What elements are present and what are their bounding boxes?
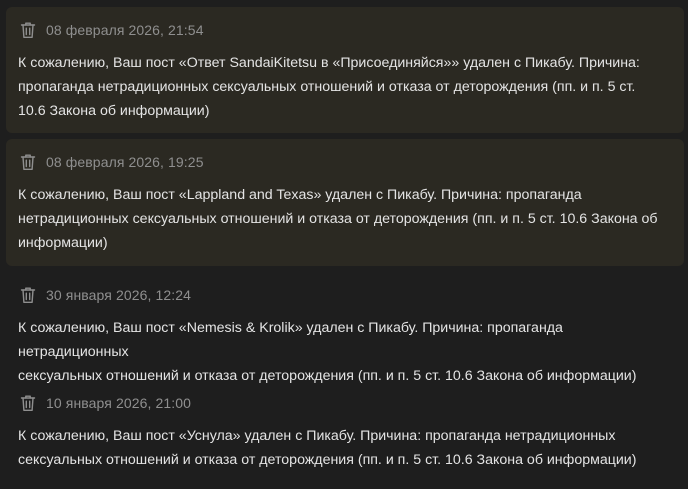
message-line: пропаганда нетрадиционных сексуальных от… [18, 79, 636, 95]
trash-icon[interactable] [20, 286, 36, 304]
notification-date: 08 февраля 2026, 21:54 [46, 22, 204, 38]
message-line: К сожалению, Ваш пост «Уснула» удален с … [18, 428, 616, 444]
notification-header: 08 февраля 2026, 21:54 [18, 19, 672, 41]
message-line: К сожалению, Ваш пост «Lappland and Texa… [18, 187, 582, 203]
notification-item[interactable]: 08 февраля 2026, 21:54 К сожалению, Ваш … [6, 7, 684, 133]
notification-date: 30 января 2026, 12:24 [46, 287, 191, 303]
notification-message: К сожалению, Ваш пост «Lappland and Texa… [18, 183, 672, 255]
notification-message: К сожалению, Ваш пост «Nemesis & Krolik»… [18, 316, 672, 388]
notification-header: 10 января 2026, 21:00 [18, 392, 672, 414]
trash-icon[interactable] [20, 394, 36, 412]
message-line: К сожалению, Ваш пост «Ответ SandaiKitet… [18, 55, 640, 71]
notification-item[interactable]: 10 января 2026, 21:00 К сожалению, Ваш п… [6, 380, 684, 480]
message-line: нетрадиционных сексуальных отношений и о… [18, 211, 658, 227]
notification-item[interactable]: 08 февраля 2026, 19:25 К сожалению, Ваш … [6, 139, 684, 266]
trash-icon[interactable] [20, 153, 36, 171]
notification-item[interactable]: 30 января 2026, 12:24 К сожалению, Ваш п… [6, 272, 684, 384]
notification-header: 30 января 2026, 12:24 [18, 284, 672, 306]
notification-date: 10 января 2026, 21:00 [46, 395, 191, 411]
notification-date: 08 февраля 2026, 19:25 [46, 154, 204, 170]
message-line: К сожалению, Ваш пост «Nemesis & Krolik»… [18, 320, 563, 360]
notification-header: 08 февраля 2026, 19:25 [18, 151, 672, 173]
notification-message: К сожалению, Ваш пост «Ответ SandaiKitet… [18, 51, 672, 123]
message-line: информации) [18, 235, 108, 251]
trash-icon[interactable] [20, 21, 36, 39]
notification-message: К сожалению, Ваш пост «Уснула» удален с … [18, 424, 672, 472]
message-line: 10.6 Закона об информации) [18, 103, 210, 119]
notification-feed: 08 февраля 2026, 21:54 К сожалению, Ваш … [0, 0, 688, 489]
message-line: сексуальных отношений и отказа от деторо… [18, 452, 637, 468]
